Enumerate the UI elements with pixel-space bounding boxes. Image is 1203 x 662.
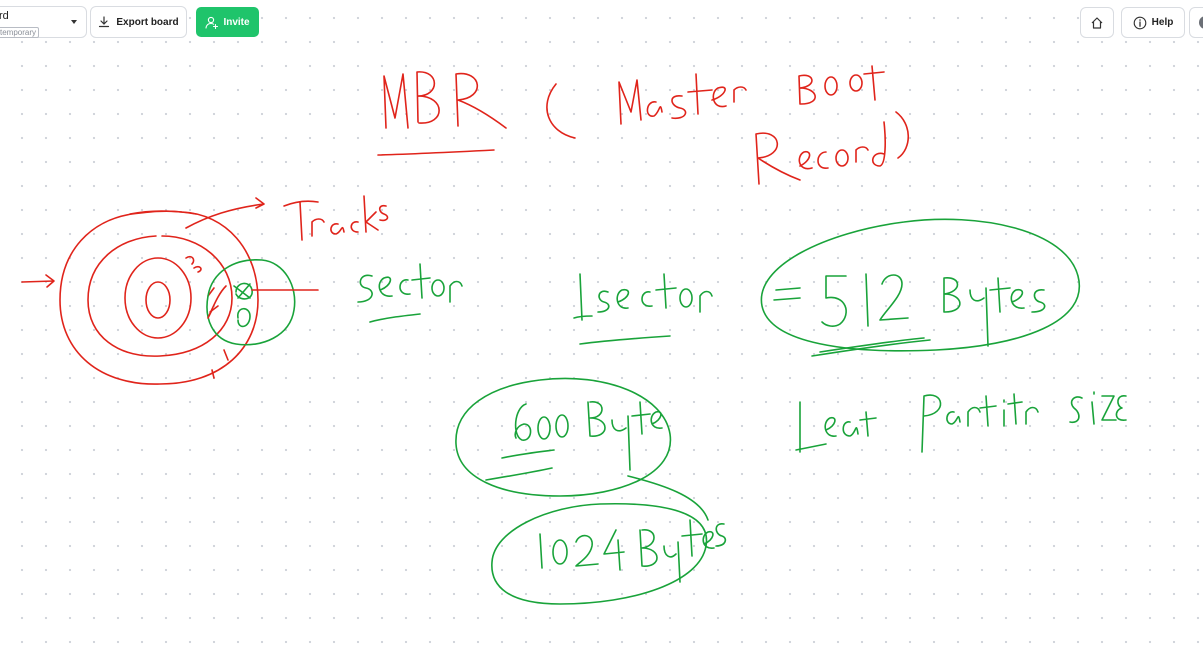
- sector-highlight-circle: [206, 259, 319, 346]
- handwriting-least-partition-size: [795, 391, 1127, 453]
- handwriting-512-bytes: [760, 218, 1081, 357]
- handwriting-1-sector: [573, 273, 713, 345]
- handwriting-600-bytes: [455, 377, 709, 521]
- disk-tracks-diagram: [21, 197, 265, 385]
- handwriting-mbr-master-boot-record: [377, 65, 910, 185]
- handwriting-sector: [357, 263, 463, 323]
- handwriting-1024-bytes: [491, 502, 727, 605]
- handwriting-tracks: [283, 195, 389, 241]
- whiteboard-canvas[interactable]: [0, 0, 1203, 662]
